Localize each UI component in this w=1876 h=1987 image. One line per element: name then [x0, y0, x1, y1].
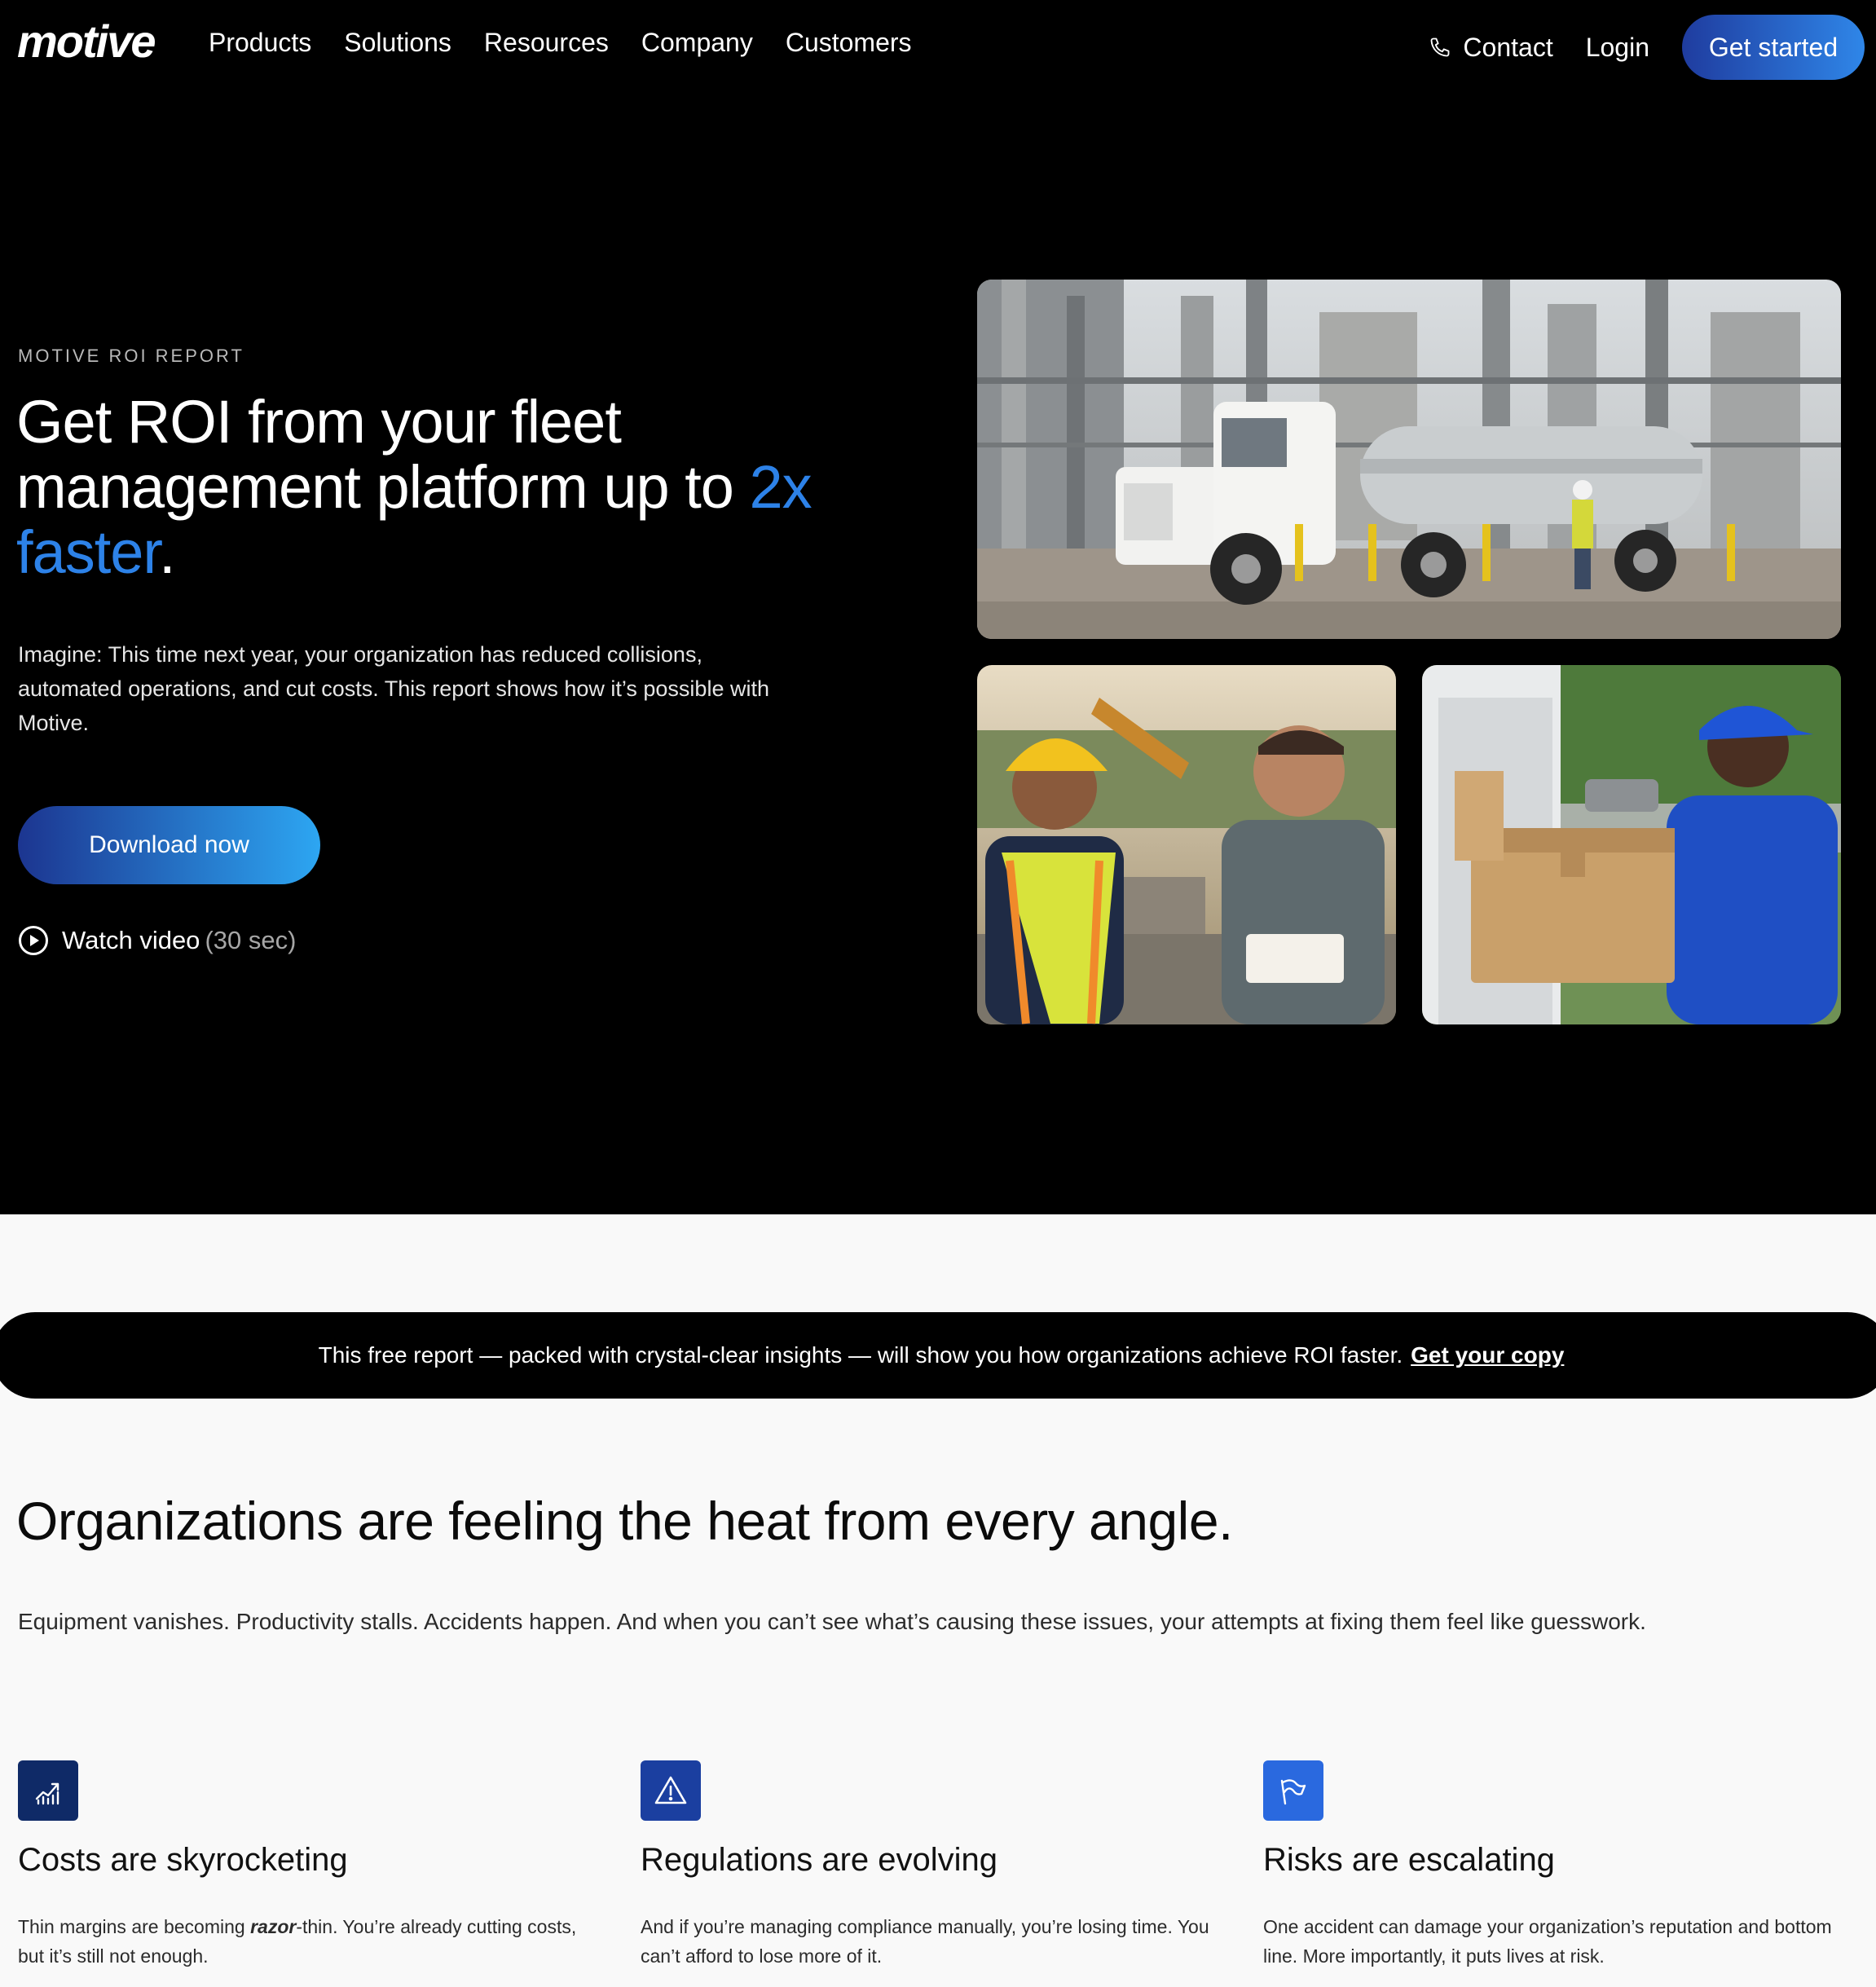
contact-label: Contact: [1463, 32, 1553, 62]
headline-main: Get ROI from your fleet management platf…: [16, 388, 750, 521]
banner-text: This free report — packed with crystal-c…: [318, 1342, 1403, 1368]
contact-link[interactable]: Contact: [1429, 32, 1553, 63]
feature-text: And if you’re managing compliance manual…: [641, 1916, 1209, 1967]
play-circle-icon: [19, 926, 48, 955]
phone-icon: [1430, 37, 1450, 57]
nav-link-solutions[interactable]: Solutions: [344, 28, 451, 58]
section-title: Organizations are feeling the heat from …: [16, 1491, 1233, 1551]
eyebrow-label: MOTIVE ROI REPORT: [18, 346, 244, 366]
nav-link-resources[interactable]: Resources: [484, 28, 609, 58]
nav-actions: Contact Login Get started: [1429, 15, 1865, 80]
chart-up-icon: [18, 1760, 78, 1821]
package-delivery-image: [1422, 665, 1841, 1024]
flag-icon: [1263, 1760, 1323, 1821]
feature-text: One accident can damage your organizatio…: [1263, 1916, 1832, 1967]
report-banner: This free report — packed with crystal-c…: [0, 1312, 1876, 1399]
feature-title: Costs are skyrocketing: [18, 1842, 348, 1878]
top-navigation: motive Products Solutions Resources Comp…: [0, 0, 1876, 91]
watch-video-link[interactable]: Watch video (30 sec): [18, 925, 296, 956]
feature-risks: Risks are escalating One accident can da…: [1263, 1760, 1850, 1967]
feature-regulations: Regulations are evolving And if you’re m…: [641, 1760, 1227, 1967]
nav-links: Products Solutions Resources Company Cus…: [209, 28, 912, 58]
feature-text: Thin margins are becoming razor-thin. Yo…: [18, 1912, 605, 1971]
watch-video-duration: (30 sec): [205, 926, 297, 954]
warning-icon: [641, 1760, 701, 1821]
feature-costs: Costs are skyrocketing Thin margins are …: [18, 1760, 605, 1967]
watch-video-label: Watch video: [62, 926, 200, 954]
get-started-button[interactable]: Get started: [1682, 15, 1865, 80]
section-subtitle: Equipment vanishes. Productivity stalls.…: [18, 1609, 1646, 1634]
feature-text-emphasis: razor: [250, 1916, 297, 1937]
headline-period: .: [159, 518, 176, 586]
download-now-button[interactable]: Download now: [18, 806, 320, 884]
motive-logo[interactable]: motive: [17, 15, 156, 68]
hero-headline: Get ROI from your fleet management platf…: [16, 390, 831, 585]
nav-link-products[interactable]: Products: [209, 28, 311, 58]
hero-intro: Imagine: This time next year, your organ…: [18, 642, 769, 735]
feature-title: Regulations are evolving: [641, 1842, 998, 1878]
nav-link-customers[interactable]: Customers: [786, 28, 912, 58]
hero-section: motive Products Solutions Resources Comp…: [0, 0, 1876, 1214]
feature-title: Risks are escalating: [1263, 1842, 1555, 1878]
construction-workers-image: [977, 665, 1396, 1024]
login-link[interactable]: Login: [1586, 33, 1649, 63]
truck-refinery-image: [977, 280, 1841, 639]
get-your-copy-link[interactable]: Get your copy: [1411, 1342, 1564, 1368]
nav-link-company[interactable]: Company: [641, 28, 753, 58]
feature-text-part: Thin margins are becoming: [18, 1916, 251, 1937]
